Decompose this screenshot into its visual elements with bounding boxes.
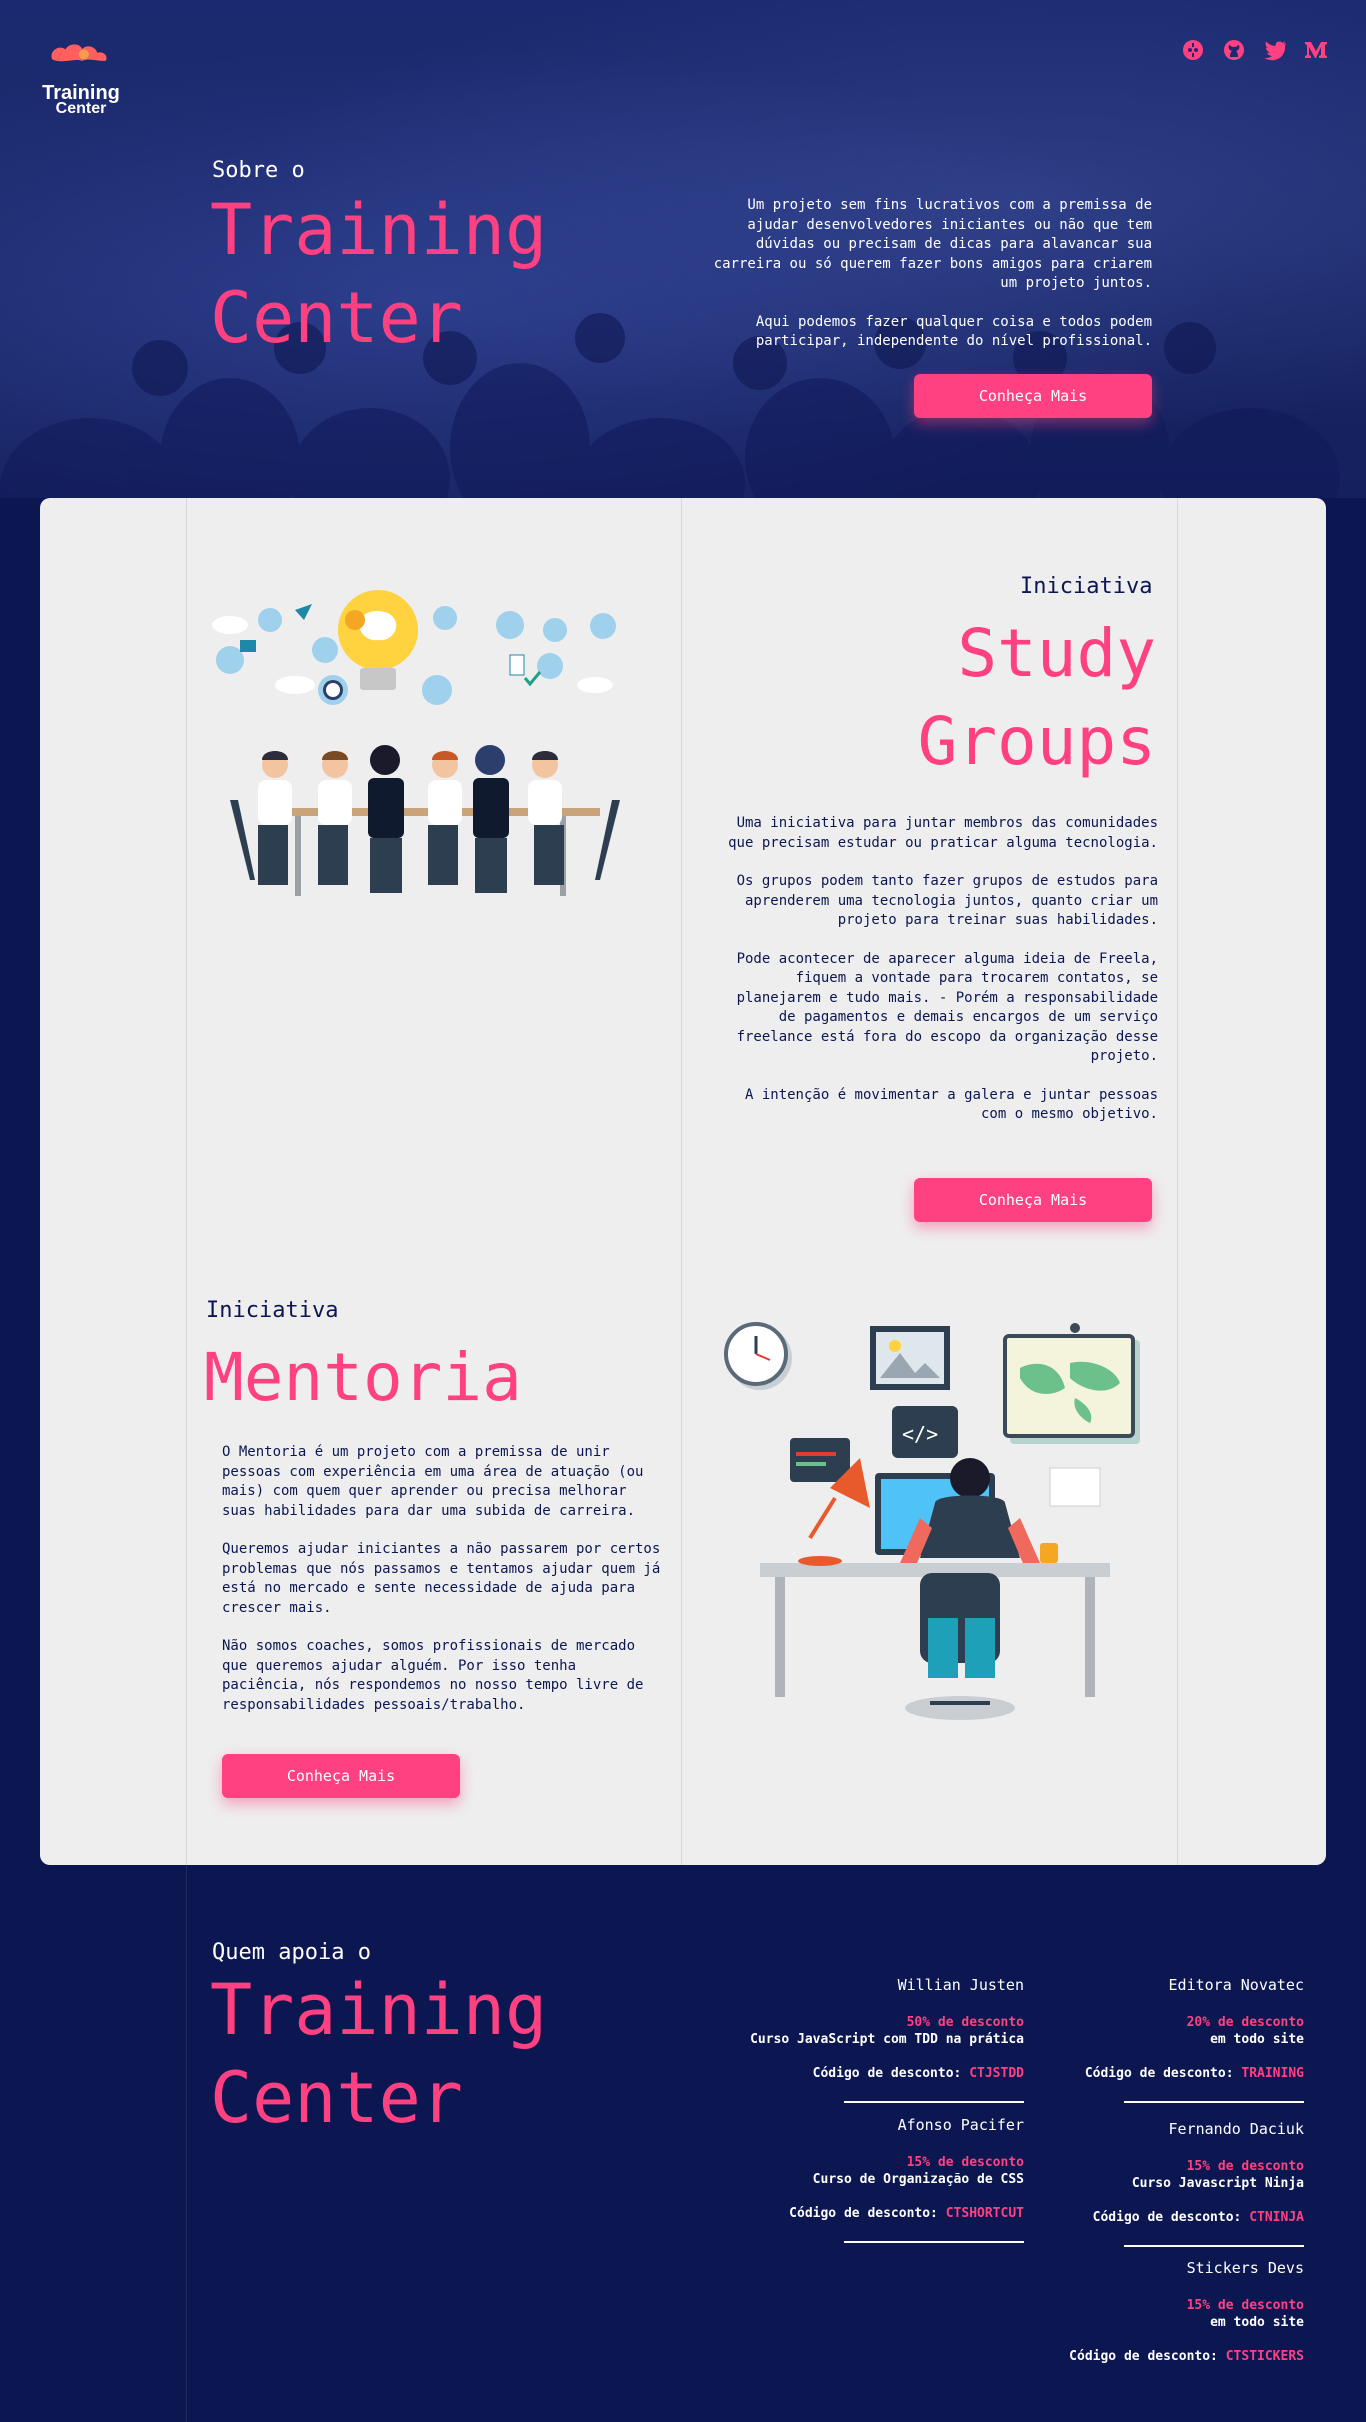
- mentoria-paragraph: Não somos coaches, somos profissionais d…: [222, 1638, 644, 1713]
- code-label: Código de desconto:: [789, 2206, 938, 2221]
- study-groups-more-button[interactable]: Conheça Mais: [914, 1178, 1152, 1222]
- study-groups-title: Study Groups: [918, 610, 1156, 786]
- hero-section: Training Center Sobre o Training Center …: [0, 0, 1366, 498]
- sponsor-name: Editora Novatec: [1168, 1976, 1304, 1994]
- logo-text[interactable]: Training Center: [38, 83, 124, 118]
- sponsor-code: Código de desconto: TRAINING: [1004, 2065, 1304, 2082]
- social-links: [1181, 38, 1328, 62]
- sponsor-name: Fernando Daciuk: [1168, 2120, 1304, 2138]
- hero-title: Training Center: [210, 186, 547, 362]
- discount-code[interactable]: CTSTICKERS: [1226, 2349, 1304, 2364]
- sponsor-card: Afonso Pacifer 15% de desconto Curso de …: [704, 2117, 1024, 2243]
- sponsor-discount: 50% de desconto: [906, 2015, 1024, 2030]
- hero-description: Um projeto sem fins lucrativos com a pre…: [700, 196, 1152, 352]
- mentoria-paragraph: O Mentoria é um projeto com a premissa d…: [222, 1444, 644, 1519]
- supporters-title-line2: Center: [210, 2057, 463, 2139]
- sponsor-course: em todo site: [1210, 2315, 1304, 2330]
- study-groups-paragraph: Pode acontecer de aparecer alguma ideia …: [736, 950, 1158, 1065]
- supporters-title: Training Center: [210, 1966, 547, 2142]
- discount-code[interactable]: CTNINJA: [1249, 2210, 1304, 2225]
- code-label: Código de desconto:: [1069, 2349, 1218, 2364]
- sponsor-card: Stickers Devs 15% de desconto em todo si…: [1004, 2260, 1304, 2365]
- divider: [1124, 2245, 1304, 2247]
- study-groups-paragraph: Os grupos podem tanto fazer grupos de es…: [736, 873, 1158, 928]
- hero-title-line2: Center: [210, 277, 463, 359]
- mentoria-description: O Mentoria é um projeto com a premissa d…: [222, 1443, 668, 1715]
- mentoria-more-button[interactable]: Conheça Mais: [222, 1754, 460, 1798]
- sponsor-card: Editora Novatec 20% de desconto em todo …: [1004, 1977, 1304, 2103]
- code-label: Código de desconto:: [812, 2066, 962, 2081]
- code-label: Código de desconto:: [1092, 2210, 1242, 2225]
- sponsor-discount: 15% de desconto: [906, 2155, 1024, 2170]
- hero-more-button[interactable]: Conheça Mais: [914, 374, 1152, 418]
- divider: [844, 2101, 1024, 2103]
- sponsor-course: Curso Javascript Ninja: [1131, 2176, 1304, 2191]
- initiatives-card: Iniciativa Study Groups Uma iniciativa p…: [40, 498, 1326, 1865]
- supporters-title-line1: Training: [210, 1969, 548, 2051]
- sponsor-name: Afonso Pacifer: [897, 2116, 1024, 2134]
- sponsor-code: Código de desconto: CTJSTDD: [704, 2065, 1024, 2082]
- twitter-icon[interactable]: [1263, 38, 1287, 62]
- sponsor-discount: 20% de desconto: [1186, 2015, 1304, 2030]
- discount-code[interactable]: TRAINING: [1241, 2066, 1304, 2081]
- study-groups-kicker: Iniciativa: [1020, 574, 1153, 599]
- hero-title-line1: Training: [210, 189, 548, 271]
- mentoria-illustration: </>: [724, 1322, 1140, 1720]
- sponsor-code: Código de desconto: CTSTICKERS: [1004, 2348, 1304, 2365]
- sponsor-name: Willian Justen: [897, 1976, 1024, 1994]
- divider: [844, 2241, 1024, 2243]
- study-group-illustration: [212, 590, 620, 896]
- sponsor-course: Curso de Organização de CSS: [812, 2172, 1024, 2187]
- mentoria-paragraph: Queremos ajudar iniciantes a não passare…: [222, 1541, 661, 1616]
- study-groups-title-line2: Groups: [917, 703, 1156, 780]
- mentoria-title: Mentoria: [204, 1339, 522, 1416]
- study-groups-paragraph: Uma iniciativa para juntar membros das c…: [728, 815, 1158, 851]
- sponsor-course: em todo site: [1210, 2032, 1304, 2047]
- svg-text:</>: </>: [902, 1422, 938, 1446]
- sponsor-discount: 15% de desconto: [1186, 2159, 1304, 2174]
- study-groups-title-line1: Study: [957, 615, 1156, 692]
- sponsor-code: Código de desconto: CTSHORTCUT: [704, 2205, 1024, 2222]
- sponsor-card: Willian Justen 50% de desconto Curso Jav…: [704, 1977, 1024, 2103]
- logo-icon[interactable]: [38, 36, 128, 86]
- sponsor-code: Código de desconto: CTNINJA: [1004, 2209, 1304, 2226]
- discord-icon[interactable]: [1181, 38, 1205, 62]
- sponsor-course: Curso JavaScript com TDD na prática: [750, 2032, 1024, 2047]
- divider: [1124, 2101, 1304, 2103]
- supporters-subtitle: Quem apoia o: [212, 1940, 371, 1965]
- hero-background-image: [0, 313, 1340, 498]
- sponsor-card: Fernando Daciuk 15% de desconto Curso Ja…: [1004, 2121, 1304, 2247]
- github-icon[interactable]: [1222, 38, 1246, 62]
- study-groups-paragraph: A intenção é movimentar a galera e junta…: [744, 1086, 1158, 1123]
- hero-subtitle: Sobre o: [212, 158, 305, 183]
- study-groups-description: Uma iniciativa para juntar membros das c…: [712, 814, 1158, 1125]
- mentoria-kicker: Iniciativa: [206, 1298, 339, 1323]
- code-label: Código de desconto:: [1084, 2066, 1234, 2081]
- sponsor-discount: 15% de desconto: [1186, 2298, 1304, 2313]
- medium-icon[interactable]: [1304, 38, 1328, 62]
- hero-paragraph: Aqui podemos fazer qualquer coisa e todo…: [755, 313, 1152, 350]
- sponsor-name: Stickers Devs: [1186, 2259, 1304, 2277]
- hero-paragraph: Um projeto sem fins lucrativos com a pre…: [713, 197, 1152, 291]
